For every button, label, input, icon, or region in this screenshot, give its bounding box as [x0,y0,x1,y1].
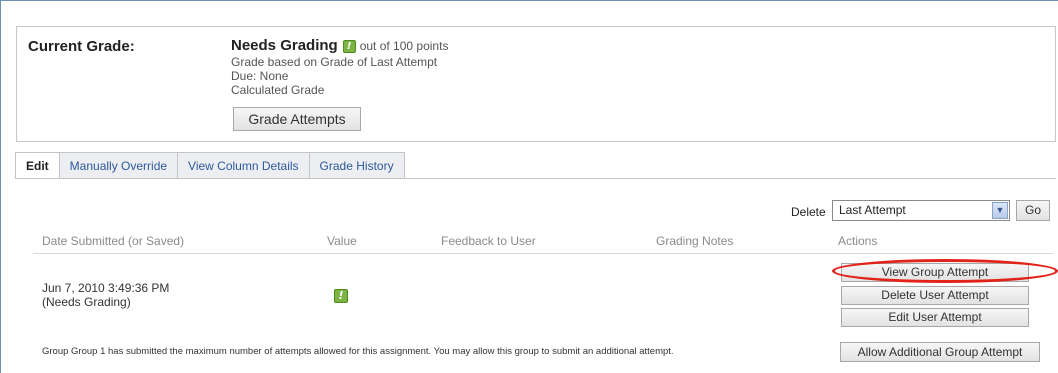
grade-attempts-button[interactable]: Grade Attempts [233,107,361,131]
tab-edit[interactable]: Edit [15,152,60,179]
highlight-ellipse [832,259,1058,283]
chevron-down-icon[interactable]: ▼ [992,202,1008,219]
header-grading-notes: Grading Notes [656,234,734,248]
header-date-submitted: Date Submitted (or Saved) [42,234,185,248]
attempt-date: Jun 7, 2010 3:49:36 PM (Needs Grading) [42,281,169,309]
exclamation-icon: ! [334,289,348,303]
header-divider [33,253,1053,254]
header-actions: Actions [838,234,878,248]
delete-select-value: Last Attempt [839,203,906,217]
current-grade-panel: Current Grade: Needs Grading ! out of 10… [16,26,1056,142]
tab-view-column-details[interactable]: View Column Details [177,152,310,178]
points-possible: out of 100 points [359,39,449,53]
header-value: Value [327,234,357,248]
edit-user-attempt-button[interactable]: Edit User Attempt [841,308,1029,327]
attempt-date-text: Jun 7, 2010 3:49:36 PM [42,281,170,295]
tab-bar: Edit Manually Override View Column Detai… [15,152,405,179]
tab-divider [15,178,1056,179]
go-button[interactable]: Go [1016,200,1050,221]
delete-user-attempt-button[interactable]: Delete User Attempt [841,286,1029,305]
due-date: Due: None [231,69,289,83]
grade-basis: Grade based on Grade of Last Attempt [231,55,438,69]
grade-status: Needs Grading [231,37,338,54]
delete-attempt-select[interactable]: Last Attempt ▼ [832,200,1010,221]
delete-label: Delete [791,205,826,219]
max-attempts-note: Group Group 1 has submitted the maximum … [42,346,674,357]
tab-grade-history[interactable]: Grade History [308,152,405,178]
grade-info: Needs Grading ! out of 100 points Grade … [231,37,448,97]
attempt-status: (Needs Grading) [42,295,131,309]
current-grade-label: Current Grade: [28,38,135,55]
tab-manually-override[interactable]: Manually Override [58,152,179,178]
grade-type: Calculated Grade [231,83,325,97]
allow-additional-attempt-button[interactable]: Allow Additional Group Attempt [840,342,1040,362]
header-feedback: Feedback to User [441,234,536,248]
exclamation-icon: ! [342,39,356,53]
